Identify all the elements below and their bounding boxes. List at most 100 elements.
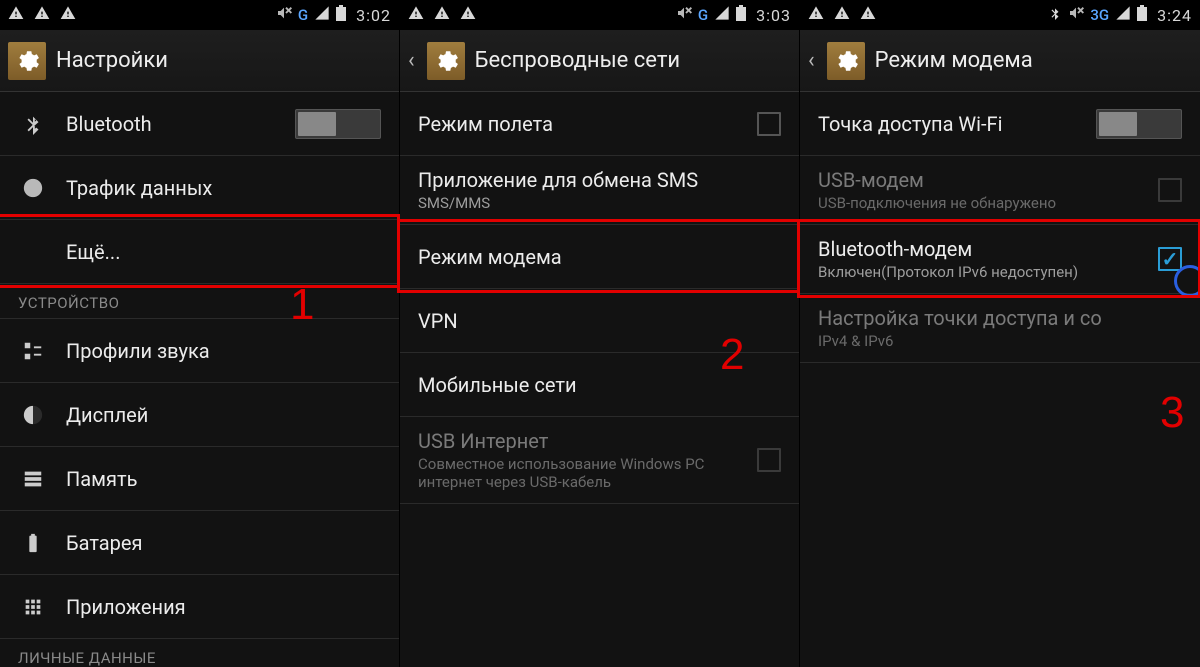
sound-icon — [18, 340, 48, 362]
settings-row: USB Интернет Совместное использование Wi… — [400, 417, 799, 504]
signal-icon — [314, 5, 330, 25]
row-label: Профили звука — [66, 339, 381, 363]
settings-row: Настройка точки доступа и со IPv4 & IPv6 — [800, 294, 1200, 363]
settings-row[interactable]: Профили звука — [0, 319, 399, 383]
warning-icon — [460, 5, 476, 25]
mute-icon — [676, 5, 692, 25]
checkbox[interactable] — [757, 112, 781, 136]
signal-icon — [1115, 5, 1131, 25]
display-icon — [18, 404, 48, 426]
battery-icon — [1137, 5, 1147, 25]
settings-row[interactable]: Дисплей — [0, 383, 399, 447]
status-bar: 3G 3:24 — [800, 0, 1200, 30]
action-bar: ‹ Беспроводные сети — [400, 30, 799, 92]
row-label: Ещё... — [66, 240, 381, 264]
mute-icon — [276, 5, 292, 25]
screen-title: Беспроводные сети — [475, 48, 681, 73]
settings-row[interactable]: Bluetooth-модем Включен(Протокол IPv6 не… — [800, 225, 1200, 294]
row-label: Bluetooth — [66, 112, 285, 136]
settings-list: Режим полета Приложение для обмена SMS S… — [400, 92, 799, 667]
storage-icon — [18, 468, 48, 490]
warning-icon — [834, 5, 850, 25]
phone-screen-3: 3G 3:24 ‹ Режим модема Точка доступа Wi-… — [800, 0, 1200, 667]
row-label: USB-модем — [818, 168, 1148, 192]
row-subtext: IPv4 & IPv6 — [818, 332, 1182, 350]
settings-row[interactable]: Режим модема — [400, 225, 799, 289]
warning-icon — [434, 5, 450, 25]
row-label: USB Интернет — [418, 429, 747, 453]
row-label: VPN — [418, 309, 781, 333]
row-subtext: SMS/MMS — [418, 194, 781, 212]
back-icon[interactable]: ‹ — [808, 48, 817, 73]
settings-row[interactable]: Приложения — [0, 575, 399, 639]
network-type: G — [698, 6, 708, 24]
network-type: 3G — [1090, 6, 1109, 24]
settings-row[interactable]: Трафик данных — [0, 156, 399, 220]
settings-app-icon[interactable] — [427, 42, 465, 80]
action-bar: ‹ Режим модема — [800, 30, 1200, 92]
screen-title: Режим модема — [875, 48, 1033, 73]
action-bar: Настройки — [0, 30, 399, 92]
toggle-switch[interactable]: O — [295, 109, 381, 139]
settings-row[interactable]: Режим полета — [400, 92, 799, 156]
battery-icon — [736, 5, 746, 25]
settings-list: Точка доступа Wi-Fi O USB-модем USB-подк… — [800, 92, 1200, 667]
warning-icon — [8, 5, 24, 25]
status-bar: G 3:02 — [0, 0, 399, 30]
row-label: Bluetooth-модем — [818, 237, 1148, 261]
warning-icon — [860, 5, 876, 25]
settings-row[interactable]: VPN — [400, 289, 799, 353]
settings-app-icon[interactable] — [8, 42, 46, 80]
row-label: Трафик данных — [66, 176, 381, 200]
bluetooth-icon — [18, 113, 48, 135]
apps-icon — [18, 596, 48, 618]
row-label: Настройка точки доступа и со — [818, 306, 1182, 330]
row-label: Точка доступа Wi-Fi — [818, 112, 1086, 136]
checkbox — [1158, 178, 1182, 202]
settings-row[interactable]: Ещё... — [0, 220, 399, 284]
settings-row[interactable]: Батарея — [0, 511, 399, 575]
row-label: Режим полета — [418, 112, 747, 136]
data-icon — [18, 177, 48, 199]
settings-list: Bluetooth O Трафик данных Ещё... УСТРОЙС… — [0, 92, 399, 667]
row-subtext: Совместное использование Windows PC инте… — [418, 455, 747, 491]
row-subtext: Включен(Протокол IPv6 недоступен) — [818, 263, 1148, 281]
settings-row[interactable]: Точка доступа Wi-Fi O — [800, 92, 1200, 156]
mute-icon — [1068, 5, 1084, 25]
network-type: G — [298, 6, 308, 24]
bluetooth-status-icon — [1048, 5, 1062, 25]
back-icon[interactable]: ‹ — [408, 48, 417, 73]
row-label: Приложения — [66, 595, 381, 619]
settings-row[interactable]: Мобильные сети — [400, 353, 799, 417]
warning-icon — [808, 5, 824, 25]
battery-icon — [336, 5, 346, 25]
row-label: Мобильные сети — [418, 373, 781, 397]
row-label: Дисплей — [66, 403, 381, 427]
toggle-switch[interactable]: O — [1096, 109, 1182, 139]
clock: 3:02 — [356, 6, 391, 25]
phone-screen-1: G 3:02 Настройки Bluetooth O Трафик данн… — [0, 0, 400, 667]
row-label: Память — [66, 467, 381, 491]
section-header: ЛИЧНЫЕ ДАННЫЕ — [0, 639, 399, 667]
settings-app-icon[interactable] — [827, 42, 865, 80]
battery-icon — [18, 532, 48, 554]
warning-icon — [60, 5, 76, 25]
row-label: Приложение для обмена SMS — [418, 168, 781, 192]
screen-title: Настройки — [56, 48, 168, 73]
section-header: УСТРОЙСТВО — [0, 284, 399, 319]
settings-row: USB-модем USB-подключения не обнаружено — [800, 156, 1200, 225]
row-subtext: USB-подключения не обнаружено — [818, 194, 1148, 212]
warning-icon — [34, 5, 50, 25]
phone-screen-2: G 3:03 ‹ Беспроводные сети Режим полета … — [400, 0, 800, 667]
signal-icon — [714, 5, 730, 25]
row-label: Режим модема — [418, 245, 781, 269]
warning-icon — [408, 5, 424, 25]
clock: 3:03 — [756, 6, 791, 25]
checkbox — [757, 448, 781, 472]
status-bar: G 3:03 — [400, 0, 799, 30]
clock: 3:24 — [1157, 6, 1192, 25]
settings-row[interactable]: Память — [0, 447, 399, 511]
settings-row[interactable]: Приложение для обмена SMS SMS/MMS — [400, 156, 799, 225]
checkbox[interactable] — [1158, 247, 1182, 271]
settings-row[interactable]: Bluetooth O — [0, 92, 399, 156]
